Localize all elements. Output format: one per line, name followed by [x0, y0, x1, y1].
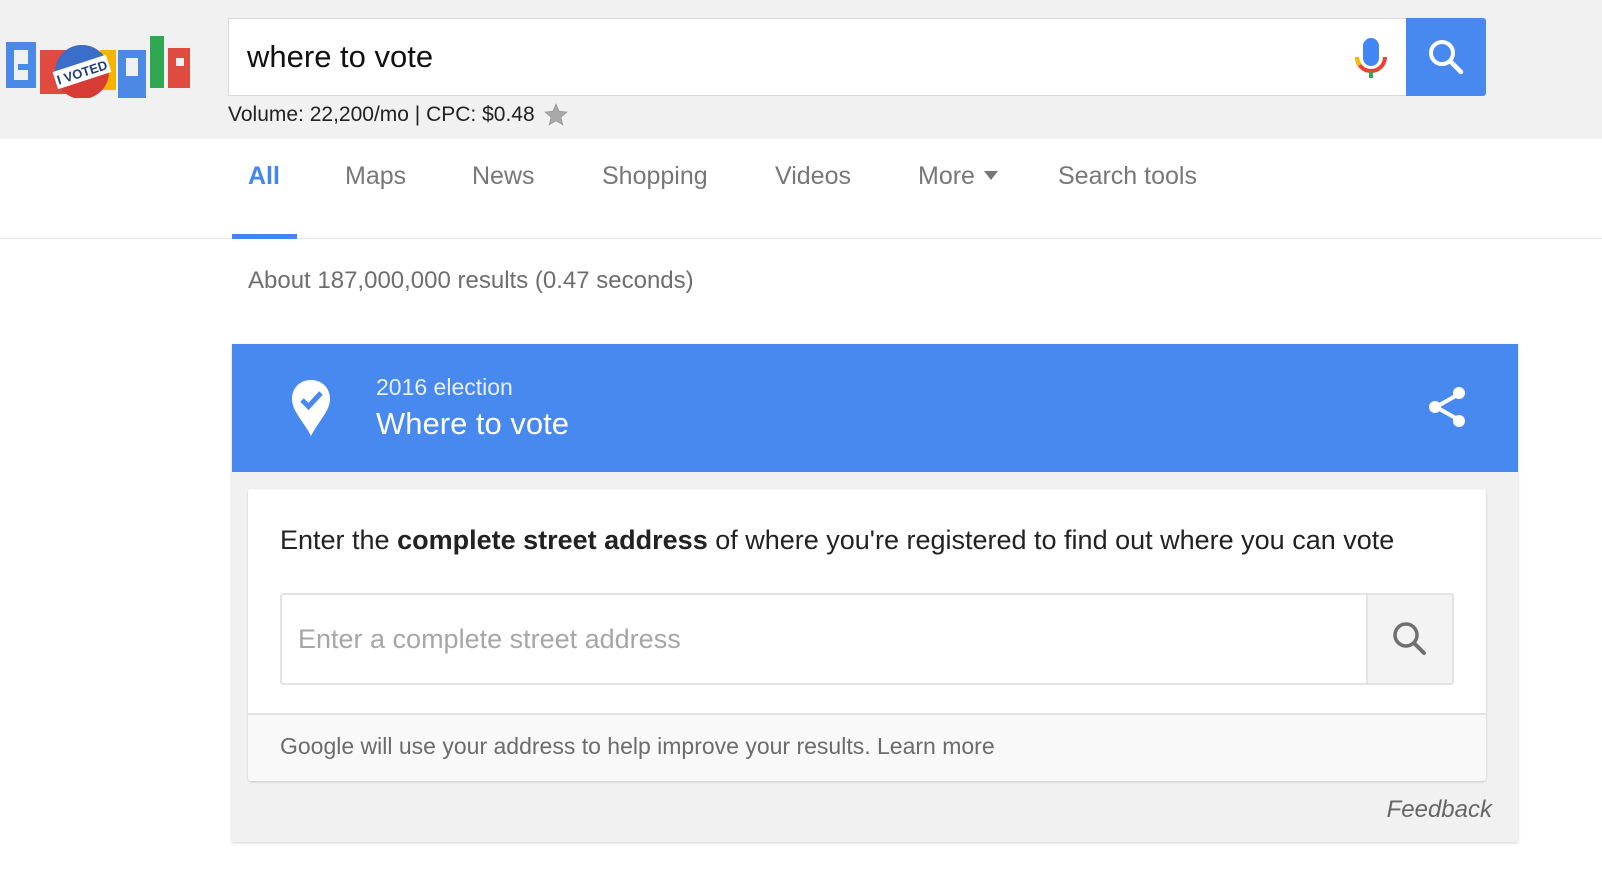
address-disclaimer: Google will use your address to help imp… [248, 713, 1486, 781]
instruction-prefix: Enter the [280, 525, 398, 555]
disclaimer-message: Google will use your address to help imp… [280, 733, 878, 759]
tab-label: Search tools [1058, 162, 1197, 190]
share-icon[interactable] [1426, 384, 1470, 430]
chevron-down-icon [983, 171, 998, 180]
disclaimer-text: Google will use your address to help imp… [280, 733, 995, 760]
location-check-icon [292, 380, 330, 436]
keyword-volume-info: Volume: 22,200/mo | CPC: $0.48 [228, 102, 569, 128]
card-header: 2016 election Where to vote [232, 344, 1518, 472]
card-title: Where to vote [376, 406, 569, 441]
learn-more-link[interactable]: Learn more [877, 733, 995, 759]
tab-maps[interactable]: Maps [345, 139, 406, 238]
google-doodle-logo[interactable]: I VOTED [4, 34, 190, 98]
search-icon [1429, 40, 1464, 75]
tab-shopping[interactable]: Shopping [602, 139, 708, 238]
tab-videos[interactable]: Videos [775, 139, 851, 238]
tab-all[interactable]: All [232, 139, 297, 239]
address-search-button[interactable] [1366, 595, 1452, 683]
tab-label: Maps [345, 162, 407, 190]
address-field-wrapper [280, 593, 1454, 685]
search-input[interactable] [247, 19, 1297, 95]
address-input[interactable] [298, 595, 1358, 683]
address-form-panel: Enter the complete street address of whe… [248, 489, 1486, 781]
volume-text: Volume: 22,200/mo | CPC: $0.48 [228, 103, 535, 126]
tab-more[interactable]: More [918, 139, 998, 238]
tab-label: More [918, 162, 975, 190]
search-icon [1393, 622, 1426, 655]
search-button[interactable] [1406, 18, 1486, 96]
tab-label: News [472, 162, 535, 190]
tab-news[interactable]: News [472, 139, 535, 238]
result-stats: About 187,000,000 results (0.47 seconds) [248, 267, 694, 294]
search-tabs: All Maps News Shopping Videos More Searc… [0, 139, 1602, 239]
tab-label: Shopping [602, 162, 708, 190]
microphone-icon[interactable] [1351, 35, 1391, 81]
instruction-suffix: of where you're registered to find out w… [707, 525, 1395, 555]
search-header: I VOTED Volume: 22,200/mo | CPC: $0.48 [0, 0, 1602, 140]
feedback-link[interactable]: Feedback [1387, 796, 1492, 824]
tab-label: Videos [775, 162, 851, 190]
where-to-vote-card: 2016 election Where to vote Enter the co… [232, 344, 1518, 842]
instruction-bold: complete street address [397, 525, 708, 555]
star-icon[interactable] [543, 102, 569, 128]
tab-search-tools[interactable]: Search tools [1058, 139, 1197, 238]
card-subtitle: 2016 election [376, 374, 513, 400]
address-instruction: Enter the complete street address of whe… [280, 525, 1394, 556]
tab-label: All [248, 162, 280, 190]
search-box [228, 18, 1408, 96]
